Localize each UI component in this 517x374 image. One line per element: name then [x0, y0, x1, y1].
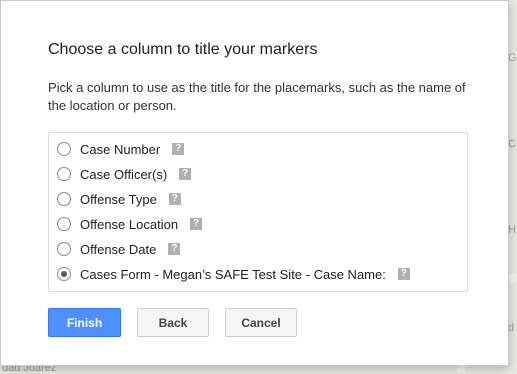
map-label: H [508, 224, 516, 236]
help-icon[interactable]: ? [179, 168, 192, 180]
help-icon[interactable]: ? [172, 143, 185, 155]
finish-button[interactable]: Finish [48, 308, 121, 337]
column-options-list: Case Number ? Case Officer(s) ? Offense … [48, 132, 468, 292]
dialog-title: Choose a column to title your markers [48, 41, 318, 58]
option-label: Offense Type [80, 191, 157, 207]
help-icon[interactable]: ? [190, 218, 203, 230]
radio-button[interactable] [57, 217, 71, 231]
option-case-name[interactable]: Cases Form - Megan’s SAFE Test Site - Ca… [57, 263, 410, 285]
help-icon[interactable]: ? [168, 243, 181, 255]
option-label: Cases Form - Megan’s SAFE Test Site - Ca… [80, 266, 386, 282]
option-case-officers[interactable]: Case Officer(s) ? [57, 163, 192, 185]
radio-button[interactable] [57, 142, 71, 156]
radio-button[interactable] [57, 192, 71, 206]
option-label: Case Officer(s) [80, 166, 168, 182]
option-label: Case Number [80, 141, 161, 157]
option-label: Offense Date [80, 241, 157, 257]
dialog-description: Pick a column to use as the title for th… [48, 80, 466, 113]
back-button[interactable]: Back [137, 308, 209, 337]
radio-button[interactable] [57, 242, 71, 256]
cancel-button[interactable]: Cancel [225, 308, 297, 337]
option-offense-date[interactable]: Offense Date ? [57, 238, 181, 260]
help-icon[interactable]: ? [168, 193, 181, 205]
help-icon[interactable]: ? [397, 268, 410, 280]
map-label: G [508, 52, 517, 64]
option-offense-type[interactable]: Offense Type ? [57, 188, 181, 210]
option-case-number[interactable]: Case Number ? [57, 138, 185, 160]
radio-button-selected[interactable] [57, 267, 71, 281]
choose-title-column-dialog: Choose a column to title your markers Pi… [0, 0, 509, 366]
option-offense-location[interactable]: Offense Location ? [57, 213, 203, 235]
option-label: Offense Location [80, 216, 179, 232]
map-label: C [508, 138, 516, 150]
radio-button[interactable] [57, 167, 71, 181]
